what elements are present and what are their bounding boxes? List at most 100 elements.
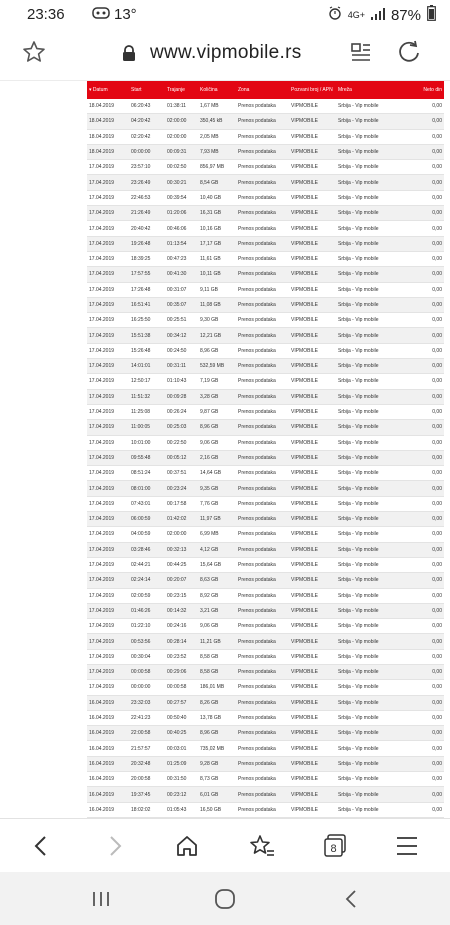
network-type: 4G+: [347, 9, 365, 20]
reload-icon[interactable]: [396, 40, 422, 71]
col-pozvani-broj[interactable]: Pozvani broj / APN: [289, 81, 336, 99]
cell-datum: 17.04.2019: [87, 435, 129, 451]
cell-zona: Prenos podataka: [236, 358, 289, 375]
cell-datum: 16.04.2019: [87, 786, 129, 803]
cell-neto: 0,00: [396, 756, 444, 773]
cell-datum: 17.04.2019: [87, 174, 129, 191]
cell-datum: 17.04.2019: [87, 618, 129, 635]
cell-mreza: Srbija - Vip mobile: [336, 465, 396, 482]
cell-trajanje: 00:47:23: [165, 251, 198, 268]
cell-start: 03:28:46: [129, 542, 165, 558]
col-neto[interactable]: Neto din: [396, 81, 444, 99]
cell-start: 14:01:01: [129, 358, 165, 375]
table-row: 17.04.2019 00:00:00 00:00:58 186,01 MB Preno…: [87, 679, 444, 696]
cell-datum: 17.04.2019: [87, 282, 129, 298]
cell-apn: VIPMOBILE: [289, 389, 336, 405]
table-row: 17.04.2019 04:00:59 02:00:00 6,99 MB Prenos …: [87, 526, 444, 543]
system-nav-bar: [0, 872, 450, 925]
cell-datum: 17.04.2019: [87, 297, 129, 314]
home-button-icon[interactable]: [210, 886, 240, 912]
cell-start: 00:30:04: [129, 649, 165, 665]
cell-mreza: Srbija - Vip mobile: [336, 664, 396, 681]
cell-start: 08:51:24: [129, 465, 165, 482]
table-row: 17.04.2019 01:22:10 00:24:16 9,06 GB Prenos …: [87, 618, 444, 635]
menu-icon[interactable]: [390, 831, 424, 861]
table-row: 16.04.2019 19:37:45 00:23:12 6,01 GB Prenos …: [87, 786, 444, 803]
cell-neto: 0,00: [396, 710, 444, 727]
cell-neto: 0,00: [396, 174, 444, 191]
cell-start: 00:00:00: [129, 679, 165, 696]
cell-kolicina: 10,40 GB: [198, 190, 236, 207]
cell-kolicina: 13,78 GB: [198, 710, 236, 727]
forward-icon[interactable]: [98, 831, 132, 861]
cell-apn: VIPMOBILE: [289, 358, 336, 375]
cell-apn: VIPMOBILE: [289, 618, 336, 635]
cell-datum: 17.04.2019: [87, 603, 129, 620]
cell-apn: VIPMOBILE: [289, 373, 336, 390]
cell-kolicina: 8,92 GB: [198, 588, 236, 604]
reader-mode-icon[interactable]: [350, 42, 372, 69]
cell-apn: VIPMOBILE: [289, 435, 336, 451]
cell-datum: 17.04.2019: [87, 159, 129, 176]
cell-trajanje: 00:28:14: [165, 633, 198, 650]
cell-zona: Prenos podataka: [236, 542, 289, 558]
col-datum[interactable]: ▾ Datum: [87, 81, 129, 99]
cell-mreza: Srbija - Vip mobile: [336, 618, 396, 635]
system-back-icon[interactable]: [336, 886, 366, 912]
cell-datum: 16.04.2019: [87, 740, 129, 757]
cell-datum: 17.04.2019: [87, 664, 129, 681]
table-row: 17.04.2019 19:26:48 01:13:54 17,17 GB Prenos…: [87, 236, 444, 252]
col-start[interactable]: Start: [129, 81, 165, 99]
cell-zona: Prenos podataka: [236, 710, 289, 727]
back-icon[interactable]: [24, 831, 58, 861]
cell-mreza: Srbija - Vip mobile: [336, 756, 396, 773]
cell-datum: 17.04.2019: [87, 266, 129, 283]
tabs-icon[interactable]: 8: [318, 831, 352, 861]
cell-apn: VIPMOBILE: [289, 695, 336, 711]
cell-datum: 17.04.2019: [87, 190, 129, 207]
col-mreza[interactable]: Mreža: [336, 81, 396, 99]
cell-zona: Prenos podataka: [236, 802, 289, 818]
cell-start: 16:51:41: [129, 297, 165, 314]
table-row: 17.04.2019 00:00:58 00:29:06 8,58 GB Prenos …: [87, 664, 444, 681]
col-zona[interactable]: Zona: [236, 81, 289, 99]
table-row: 17.04.2019 17:26:48 00:31:07 9,11 GB Prenos …: [87, 282, 444, 298]
cell-apn: VIPMOBILE: [289, 633, 336, 650]
cell-mreza: Srbija - Vip mobile: [336, 144, 396, 161]
cell-apn: VIPMOBILE: [289, 588, 336, 604]
cell-zona: Prenos podataka: [236, 786, 289, 803]
cell-trajanje: 01:38:11: [165, 99, 198, 115]
cell-apn: VIPMOBILE: [289, 480, 336, 497]
cell-datum: 17.04.2019: [87, 404, 129, 421]
cell-mreza: Srbija - Vip mobile: [336, 542, 396, 558]
bookmarks-icon[interactable]: [245, 831, 279, 861]
cell-kolicina: 532,59 MB: [198, 358, 236, 375]
recent-apps-icon[interactable]: [86, 886, 116, 912]
cell-datum: 18.04.2019: [87, 144, 129, 161]
cell-trajanje: 00:23:52: [165, 649, 198, 665]
star-outline-icon[interactable]: [22, 40, 46, 69]
cell-apn: VIPMOBILE: [289, 282, 336, 298]
col-trajanje[interactable]: Trajanje: [165, 81, 198, 99]
table-row: 17.04.2019 20:40:42 00:46:06 10,16 GB Prenos…: [87, 220, 444, 237]
table-row: 17.04.2019 00:53:56 00:28:14 11,21 GB Prenos…: [87, 633, 444, 650]
cell-neto: 0,00: [396, 144, 444, 161]
url-field[interactable]: www.vipmobile.rs: [150, 42, 302, 64]
cell-kolicina: 186,01 MB: [198, 679, 236, 696]
cell-mreza: Srbija - Vip mobile: [336, 480, 396, 497]
home-icon[interactable]: [170, 831, 204, 861]
cell-mreza: Srbija - Vip mobile: [336, 266, 396, 283]
cell-apn: VIPMOBILE: [289, 572, 336, 589]
cell-kolicina: 350,45 kB: [198, 113, 236, 130]
cell-mreza: Srbija - Vip mobile: [336, 220, 396, 237]
cell-apn: VIPMOBILE: [289, 710, 336, 727]
weather-app-icon: [92, 6, 110, 23]
cell-mreza: Srbija - Vip mobile: [336, 282, 396, 298]
cell-trajanje: 00:40:25: [165, 725, 198, 742]
cell-zona: Prenos podataka: [236, 756, 289, 773]
col-kolicina[interactable]: Količina: [198, 81, 236, 99]
cell-trajanje: 00:22:50: [165, 435, 198, 451]
cell-neto: 0,00: [396, 802, 444, 818]
cell-neto: 0,00: [396, 786, 444, 803]
cell-neto: 0,00: [396, 618, 444, 635]
